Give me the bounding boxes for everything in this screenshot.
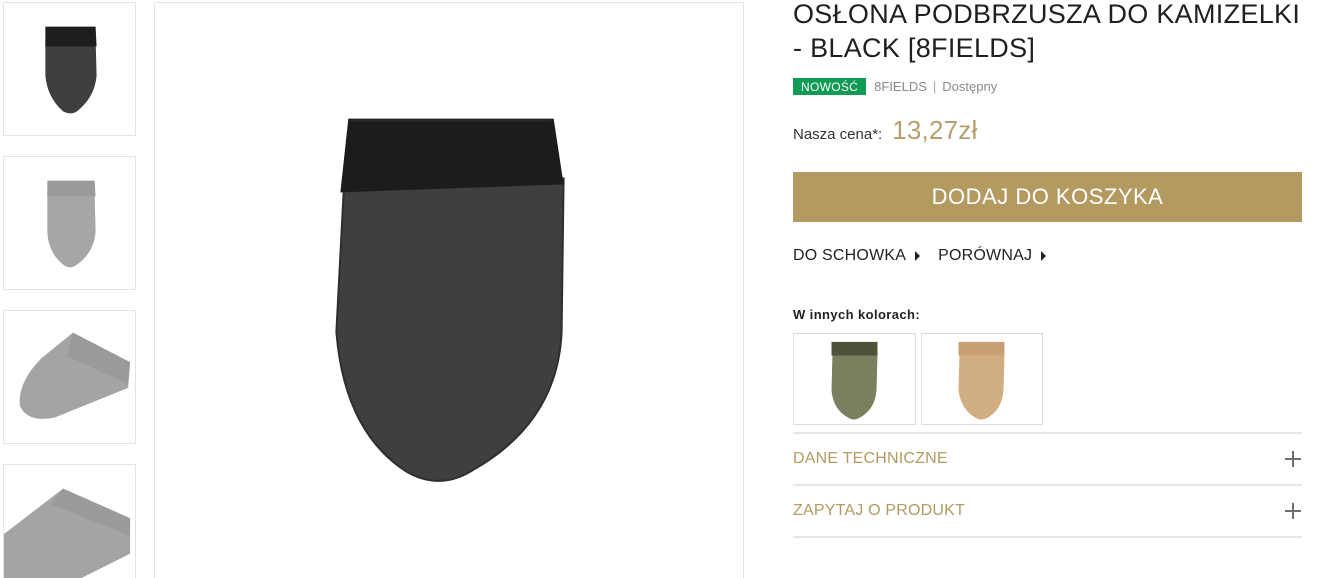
divider <box>793 536 1302 538</box>
caret-right-icon <box>915 251 921 261</box>
olive-variant-image <box>831 341 878 420</box>
thumbnail-side-angle[interactable] <box>3 310 136 444</box>
plus-icon <box>1285 503 1301 519</box>
availability-status: Dostępny <box>942 79 998 94</box>
wishlist-label: DO SCHOWKA <box>793 247 907 264</box>
color-swatch-olive[interactable] <box>793 333 916 425</box>
main-product-image[interactable] <box>154 2 744 578</box>
price-value: 13,27zł <box>892 115 978 145</box>
product-image <box>335 118 565 482</box>
ask-product-label: ZAPYTAJ O PRODUKT <box>793 502 966 519</box>
thumbnail-front-grey[interactable] <box>3 156 136 290</box>
secondary-actions: DO SCHOWKA PORÓWNAJ <box>793 247 1064 265</box>
price-row: Nasza cena*: 13,27zł <box>793 115 977 146</box>
technical-data-label: DANE TECHNICZNE <box>793 450 948 467</box>
product-meta: NOWOŚĆ 8FIELDS | Dostępny <box>793 78 997 95</box>
product-thumbnail-image <box>45 26 97 114</box>
product-info: OSŁONA PODBRZUSZA DO KAMIZELKI - BLACK [… <box>793 0 1302 538</box>
meta-separator: | <box>932 79 937 94</box>
thumbnail-front-black[interactable] <box>3 2 136 136</box>
product-thumbnail-image <box>4 488 131 578</box>
plus-icon <box>1285 451 1301 467</box>
product-title: OSŁONA PODBRZUSZA DO KAMIZELKI - BLACK [… <box>793 0 1301 63</box>
product-thumbnail-image <box>19 332 131 419</box>
compare-link[interactable]: PORÓWNAJ <box>938 247 1047 265</box>
caret-right-icon <box>1041 251 1047 261</box>
other-colors-label: W innych kolorach: <box>793 307 921 322</box>
new-badge: NOWOŚĆ <box>793 78 867 95</box>
add-to-cart-button[interactable]: DODAJ DO KOSZYKA <box>793 172 1302 222</box>
accordion-ask-product[interactable]: ZAPYTAJ O PRODUKT <box>793 484 1302 536</box>
brand-link[interactable]: 8FIELDS <box>874 79 927 94</box>
compare-label: PORÓWNAJ <box>938 247 1033 264</box>
product-thumbnail-image <box>47 180 96 268</box>
wishlist-link[interactable]: DO SCHOWKA <box>793 247 921 265</box>
coyote-variant-image <box>958 341 1005 420</box>
color-swatch-coyote[interactable] <box>921 333 1043 425</box>
accordion-technical-data[interactable]: DANE TECHNICZNE <box>793 432 1302 484</box>
price-label: Nasza cena*: <box>793 126 883 143</box>
thumbnail-side-angle-close[interactable] <box>3 464 136 578</box>
